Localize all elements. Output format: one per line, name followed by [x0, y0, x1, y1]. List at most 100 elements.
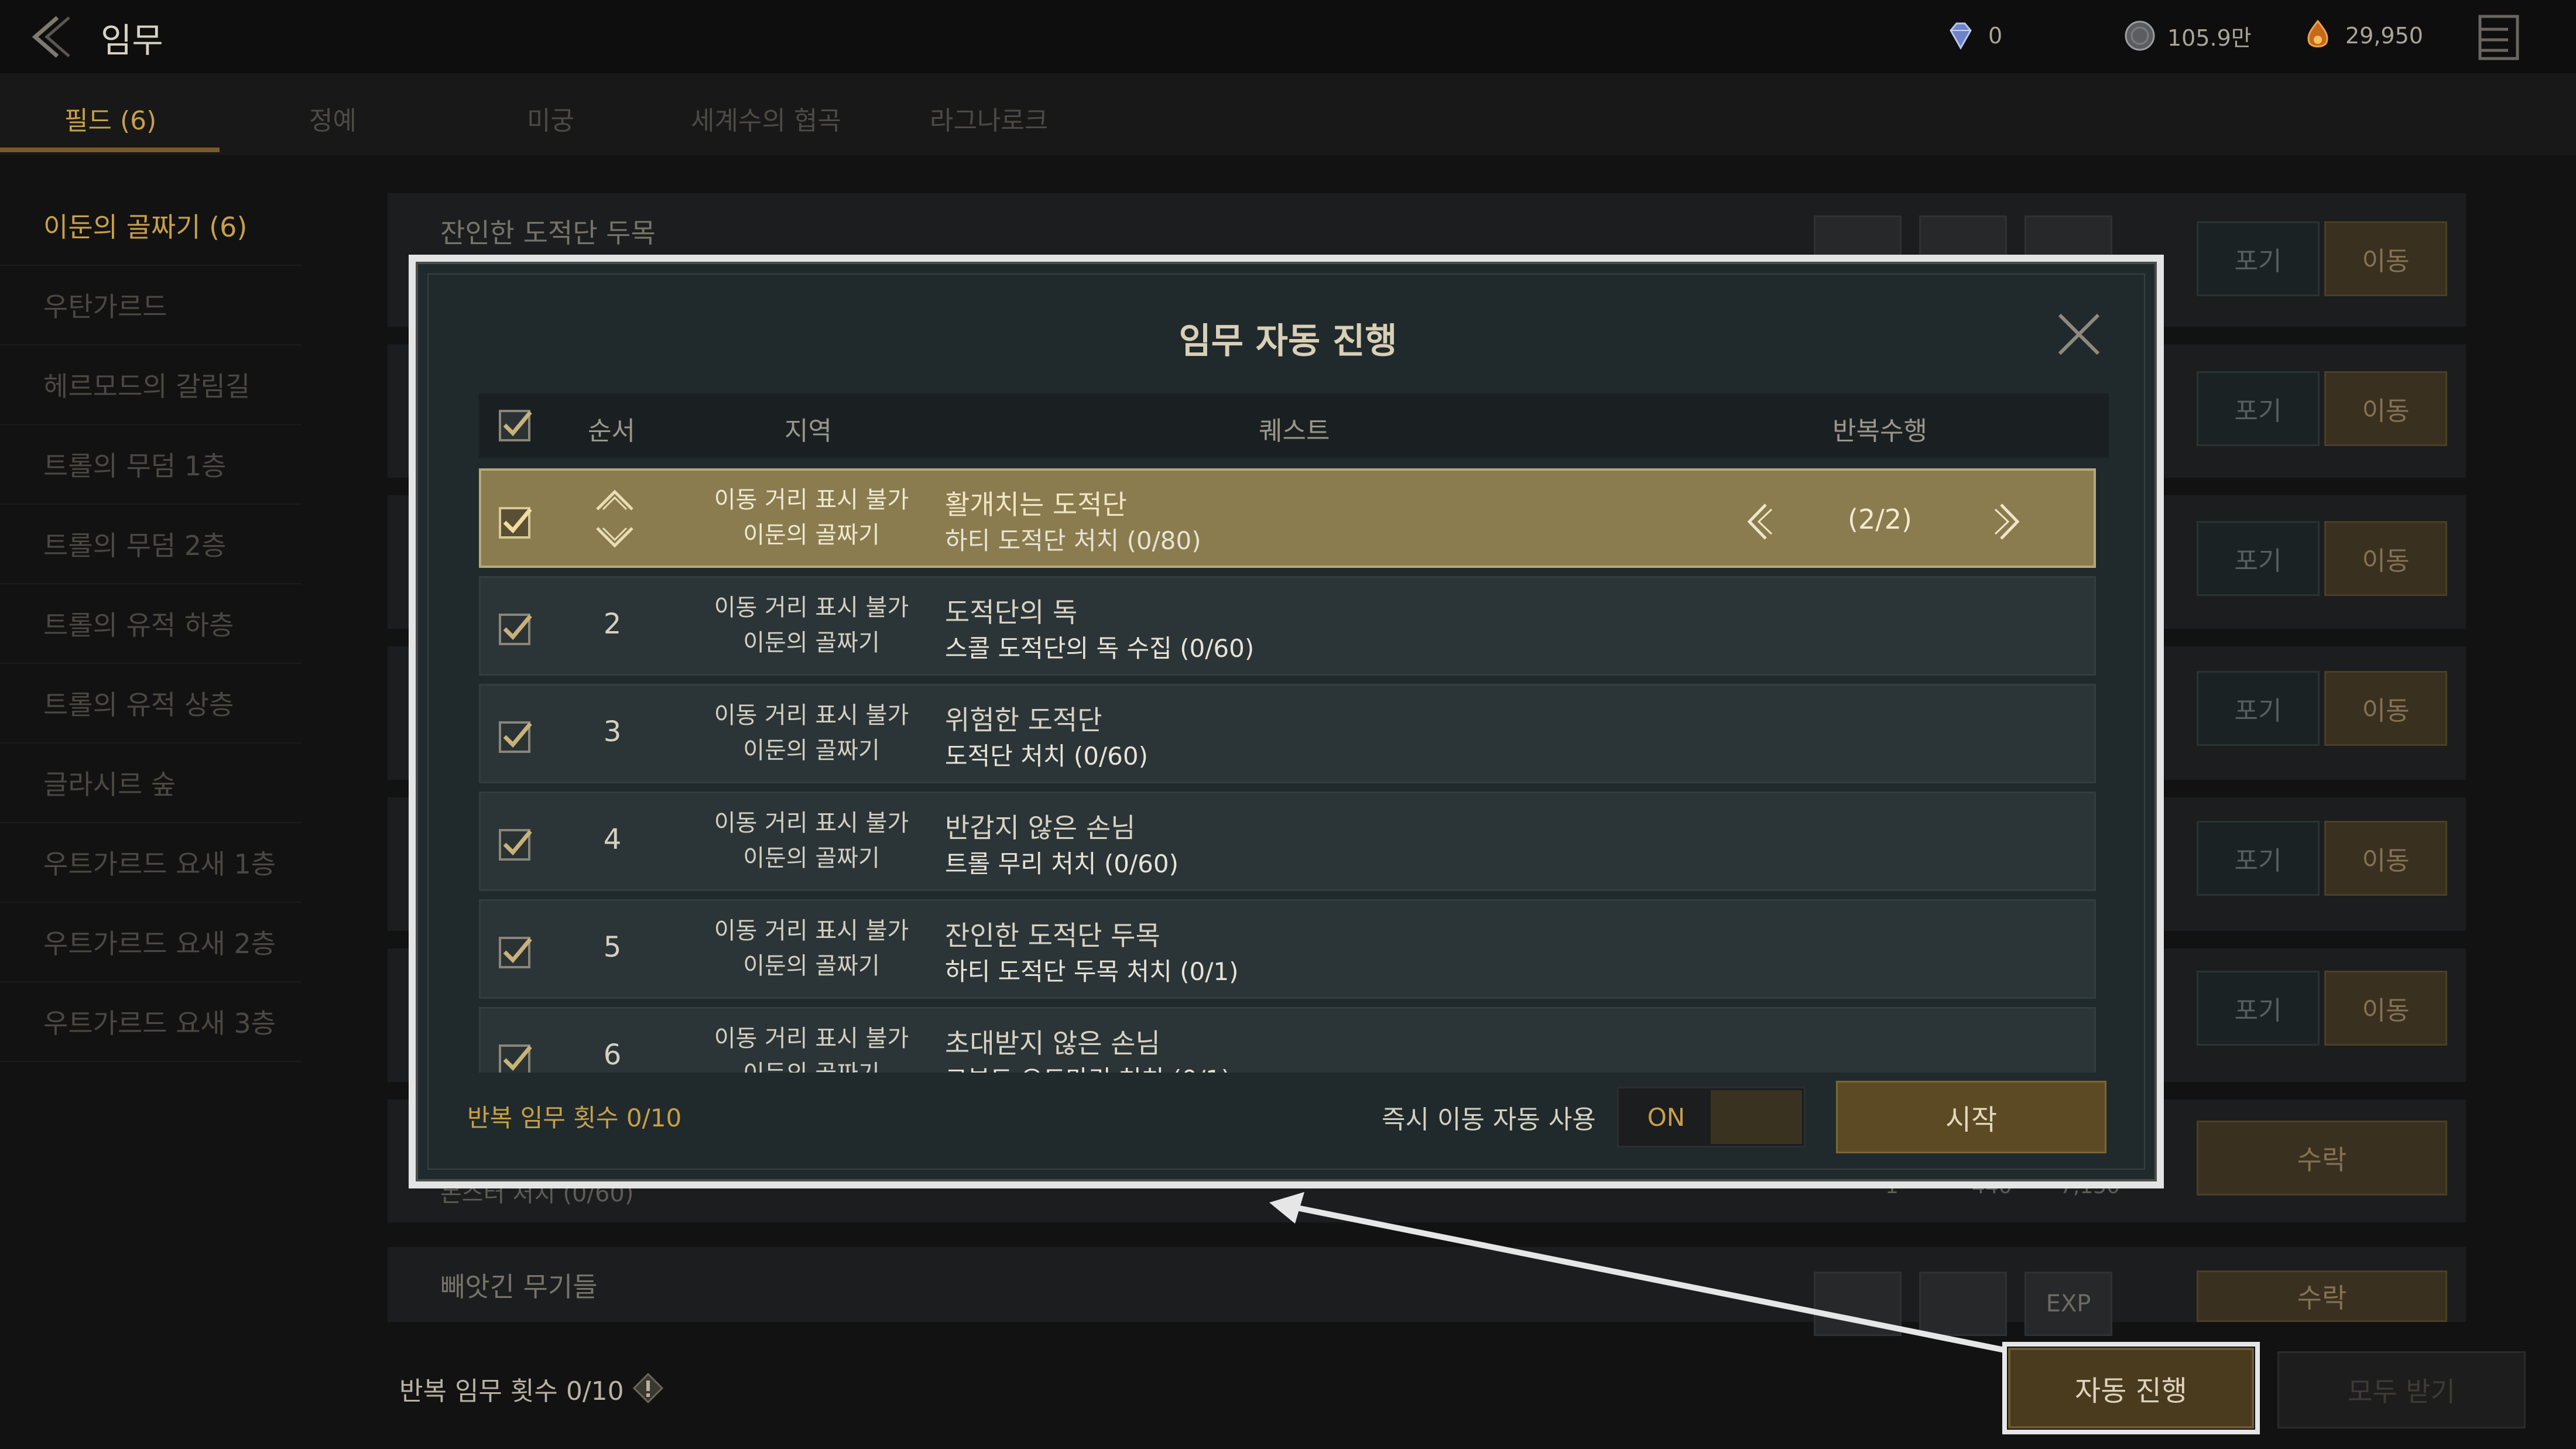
- column-header-quest: 퀘스트: [1259, 416, 1330, 446]
- sidebar-item-troll-ruins-upper[interactable]: 트롤의 유적 상층: [0, 664, 302, 744]
- row-region: 이동 거리 표시 불가 이둔의 골짜기: [694, 806, 929, 876]
- tab-bar: [0, 73, 2576, 155]
- column-header-order: 순서: [588, 416, 635, 446]
- toggle-knob[interactable]: [1711, 1090, 1802, 1144]
- currency-silver: 105.9만: [2123, 19, 2252, 53]
- start-button[interactable]: 시작: [1836, 1081, 2106, 1153]
- accept-button[interactable]: 수락: [2197, 1270, 2447, 1322]
- give-up-button[interactable]: 포기: [2197, 371, 2320, 446]
- quest-name: 잔인한 도적단 두목: [945, 920, 1160, 951]
- region-name: 이둔의 골짜기: [743, 953, 880, 979]
- sidebar-item-utgard-fortress-1f[interactable]: 우트가르드 요새 1층: [0, 823, 302, 903]
- quest-objective: 도적단 처치 (0/60): [945, 742, 1148, 770]
- diamond-icon: [1950, 22, 1972, 50]
- silver-coin-icon: [2125, 20, 2155, 51]
- tab-field[interactable]: 필드 (6): [64, 100, 156, 137]
- dialog-title: 임무 자동 진행: [1179, 321, 1397, 362]
- close-icon[interactable]: [2053, 308, 2105, 361]
- row-order: 6: [603, 1039, 622, 1071]
- quest-name: 반갑지 않은 손님: [945, 812, 1136, 844]
- row-order: 4: [603, 823, 622, 856]
- sidebar-item-utangard[interactable]: 우탄가르드: [0, 266, 302, 345]
- accept-button[interactable]: 수락: [2197, 1121, 2447, 1195]
- quest-card: [388, 1247, 2466, 1322]
- sidebar-item-troll-ruins-lower[interactable]: 트롤의 유적 하층: [0, 584, 302, 664]
- active-tab-underline: [0, 148, 220, 152]
- move-button[interactable]: 이동: [2324, 971, 2447, 1046]
- quest-card-title: 잔인한 도적단 두목: [440, 217, 656, 249]
- sidebar-item-utgard-fortress-2f[interactable]: 우트가르드 요새 2층: [0, 903, 302, 982]
- page-title: 임무: [101, 20, 163, 60]
- row-region: 이동 거리 표시 불가 이둔의 골짜기: [694, 482, 929, 553]
- instant-move-label: 즉시 이동 자동 사용: [1382, 1105, 1596, 1135]
- quest-objective: 스콜 도적단의 독 수집 (0/60): [945, 634, 1255, 663]
- tab-elite[interactable]: 정예: [309, 100, 357, 137]
- row-region: 이동 거리 표시 불가 이둔의 골짜기: [694, 590, 929, 660]
- row-checkbox[interactable]: [498, 505, 534, 541]
- quest-name: 위험한 도적단: [945, 704, 1102, 736]
- diamond-amount: 0: [1988, 23, 2003, 49]
- move-button[interactable]: 이동: [2324, 821, 2447, 896]
- quest-objective: 트롤 무리 처치 (0/60): [945, 849, 1179, 878]
- dialog-repeat-count: 반복 임무 횟수 0/10: [467, 1104, 682, 1132]
- row-checkbox[interactable]: [498, 934, 534, 971]
- flame-gem-icon: [2307, 19, 2328, 47]
- region-name: 이둔의 골짜기: [743, 737, 880, 764]
- column-header-repeat: 반복수행: [1832, 416, 1927, 446]
- repeat-decrease-icon[interactable]: [1740, 501, 1775, 542]
- region-name: 이둔의 골짜기: [694, 1056, 929, 1073]
- region-name: 이둔의 골짜기: [743, 845, 880, 872]
- sidebar-item-troll-tomb-1f[interactable]: 트롤의 무덤 1층: [0, 425, 302, 505]
- repeat-quest-count: 반복 임무 횟수 0/10: [399, 1376, 624, 1406]
- row-checkbox[interactable]: [498, 719, 534, 755]
- tab-ragnarok[interactable]: 라그나로크: [930, 100, 1048, 137]
- back-arrow-icon[interactable]: [22, 11, 75, 63]
- column-header-region: 지역: [785, 416, 832, 446]
- region-distance: 이동 거리 표시 불가: [714, 594, 909, 621]
- row-region: 이동 거리 표시 불가 이둔의 골짜기: [694, 698, 929, 768]
- region-distance: 이동 거리 표시 불가: [714, 810, 909, 837]
- reward-exp-slot: EXP: [2025, 1272, 2112, 1336]
- give-up-button[interactable]: 포기: [2197, 971, 2320, 1046]
- repeat-increase-icon[interactable]: [1992, 501, 2027, 542]
- quest-objective: 하티 도적단 처치 (0/80): [945, 526, 1201, 555]
- select-all-checkbox[interactable]: [498, 407, 534, 444]
- quest-name: 초대받지 않은 손님: [945, 1027, 1160, 1059]
- sidebar-item-glasir-forest[interactable]: 글라시르 숲: [0, 744, 302, 823]
- claim-all-button[interactable]: 모두 받기: [2277, 1351, 2526, 1429]
- flame-gem-amount: 29,950: [2345, 23, 2423, 49]
- reorder-arrows-icon[interactable]: [591, 484, 638, 554]
- give-up-button[interactable]: 포기: [2197, 821, 2320, 896]
- tab-labyrinth[interactable]: 미궁: [527, 100, 574, 137]
- auto-progress-highlight: [2002, 1342, 2260, 1434]
- row-region: 이동 거리 표시 불가 이둔의 골짜기: [694, 913, 929, 984]
- silver-amount: 105.9만: [2167, 25, 2252, 51]
- give-up-button[interactable]: 포기: [2197, 671, 2320, 746]
- give-up-button[interactable]: 포기: [2197, 521, 2320, 596]
- give-up-button[interactable]: 포기: [2197, 221, 2320, 296]
- region-distance: 이동 거리 표시 불가: [714, 1025, 909, 1052]
- move-button[interactable]: 이동: [2324, 221, 2447, 296]
- row-region: 이동 거리 표시 불가 이둔의 골짜기: [694, 1021, 929, 1073]
- info-icon[interactable]: [632, 1372, 664, 1404]
- sidebar-item-troll-tomb-2f[interactable]: 트롤의 무덤 2층: [0, 505, 302, 584]
- region-distance: 이동 거리 표시 불가: [714, 917, 909, 944]
- quest-card-title: 빼앗긴 무기들: [440, 1271, 598, 1303]
- tab-world-tree-canyon[interactable]: 세계수의 협곡: [691, 100, 841, 137]
- menu-icon[interactable]: [2475, 13, 2522, 62]
- toggle-state-label: ON: [1647, 1102, 1686, 1132]
- quest-row-clipped[interactable]: 6 이동 거리 표시 불가 이둔의 골짜기 초대받지 않은 손님 크부드 오트마…: [479, 1007, 2096, 1073]
- row-checkbox[interactable]: [498, 611, 534, 648]
- move-button[interactable]: 이동: [2324, 671, 2447, 746]
- quest-name: 활개치는 도적단: [945, 489, 1127, 520]
- reward-pouch-slot: [1814, 1272, 1902, 1336]
- sidebar-item-idun-valley[interactable]: 이둔의 골짜기 (6): [0, 186, 302, 266]
- region-name: 이둔의 골짜기: [743, 522, 880, 549]
- sidebar-item-utgard-fortress-3f[interactable]: 우트가르드 요새 3층: [0, 982, 302, 1062]
- row-checkbox[interactable]: [498, 1042, 534, 1073]
- reward-coin-slot: [1919, 1272, 2007, 1336]
- row-checkbox[interactable]: [498, 827, 534, 863]
- sidebar-item-hermod-crossroad[interactable]: 헤르모드의 갈림길: [0, 345, 302, 425]
- move-button[interactable]: 이동: [2324, 521, 2447, 596]
- move-button[interactable]: 이동: [2324, 371, 2447, 446]
